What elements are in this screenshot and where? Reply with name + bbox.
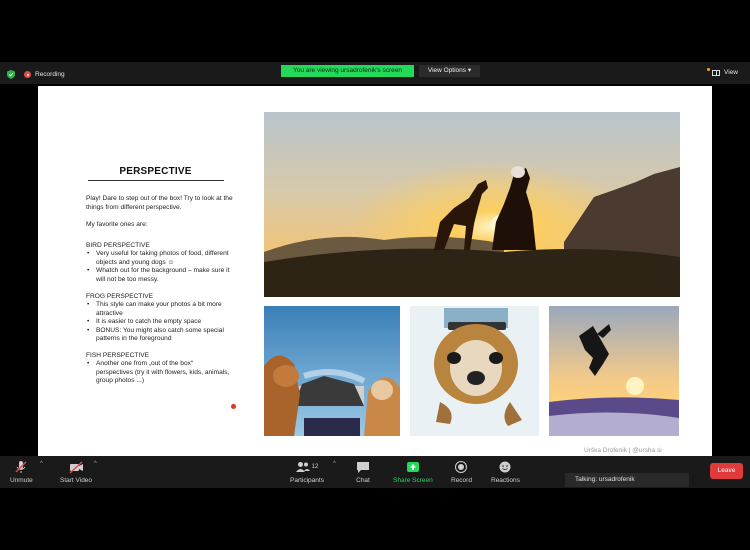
chat-icon xyxy=(357,462,369,473)
list-item: BONUS: You might also catch some special… xyxy=(86,327,238,344)
microphone-muted-icon xyxy=(15,461,27,473)
share-screen-button[interactable]: Share Screen xyxy=(393,460,433,484)
record-icon xyxy=(455,461,468,473)
talking-indicator: Talking: ursadrofenik xyxy=(565,473,689,487)
pointer-dot xyxy=(231,404,236,409)
record-label: Record xyxy=(451,477,472,484)
fish-perspective-photo xyxy=(549,306,679,436)
list-item: Whatch out for the background – make sur… xyxy=(86,267,238,284)
video-off-icon xyxy=(69,461,84,474)
chevron-up-icon[interactable]: ^ xyxy=(40,461,43,467)
notification-dot xyxy=(707,68,710,71)
view-label: View xyxy=(724,69,738,76)
unmute-label: Unmute xyxy=(10,477,33,484)
list-item: Another one from „out of the box“ perspe… xyxy=(86,360,231,386)
reactions-icon xyxy=(499,461,511,473)
view-options-label: View Options xyxy=(427,67,467,74)
title-underline xyxy=(88,180,224,181)
slide-credit: Urška Drofenik | @ursha.si xyxy=(584,447,662,454)
share-screen-label: Share Screen xyxy=(393,477,433,484)
leave-button[interactable]: Leave xyxy=(710,463,743,479)
chat-button[interactable]: Chat xyxy=(356,460,370,484)
viewing-banner: You are viewing ursadrofenik's screen xyxy=(281,65,414,77)
bird-list: Very useful for taking photos of food, d… xyxy=(86,250,238,284)
slide-title: PERSPECTIVE xyxy=(119,166,192,177)
sunset-dog-photo xyxy=(264,112,680,297)
slide-intro: Play! Dare to step out of the box! Try t… xyxy=(86,195,233,211)
frog-list: This style can make your photos a bit mo… xyxy=(86,301,238,344)
slide-favorites: My favorite ones are: xyxy=(86,221,148,228)
participants-icon-wrap: 12 xyxy=(295,460,319,474)
layout-icon xyxy=(712,69,720,76)
participants-button[interactable]: 12 Participants xyxy=(290,460,324,484)
list-item: Very useful for taking photos of food, d… xyxy=(86,250,238,267)
reactions-button[interactable]: Reactions xyxy=(491,460,520,484)
view-options-button[interactable]: View Options ▾ xyxy=(419,65,480,77)
participants-count: 12 xyxy=(311,464,319,470)
list-item: It is easier to catch the empty space xyxy=(86,318,238,327)
recording-label: Recording xyxy=(35,71,65,78)
start-video-button[interactable]: Start Video xyxy=(60,460,92,484)
chevron-up-icon[interactable]: ^ xyxy=(333,461,336,467)
record-dot-icon xyxy=(24,71,31,78)
chat-label: Chat xyxy=(356,477,370,484)
reactions-label: Reactions xyxy=(491,477,520,484)
view-button[interactable]: View xyxy=(712,69,738,76)
record-button[interactable]: Record xyxy=(451,460,472,484)
participants-icon xyxy=(295,462,310,472)
shield-icon[interactable] xyxy=(7,70,15,79)
chevron-down-icon: ▾ xyxy=(467,67,472,74)
frog-perspective-photo xyxy=(264,306,400,436)
start-video-label: Start Video xyxy=(60,477,93,484)
bird-perspective-photo xyxy=(410,306,539,436)
share-screen-icon xyxy=(406,462,419,472)
unmute-button[interactable]: Unmute xyxy=(10,460,33,484)
chevron-up-icon[interactable]: ^ xyxy=(94,461,97,467)
participants-label: Participants xyxy=(290,477,324,484)
recording-indicator[interactable]: Recording xyxy=(24,71,65,78)
fish-list: Another one from „out of the box“ perspe… xyxy=(86,360,231,386)
list-item: This style can make your photos a bit mo… xyxy=(86,301,238,318)
